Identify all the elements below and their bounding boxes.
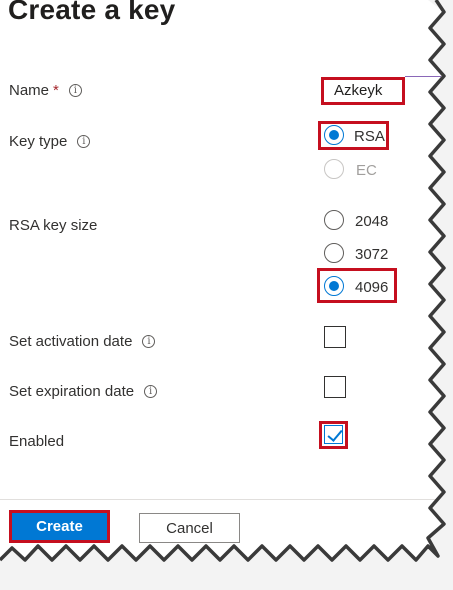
info-icon[interactable]: i [68,84,82,97]
create-key-panel: Create a key Name * i Azkeyk Key type i … [0,0,453,590]
required-marker: * [53,82,59,99]
radio-4096[interactable] [324,276,344,296]
info-icon[interactable]: i [77,135,91,148]
radio-rsa[interactable] [324,125,344,145]
create-button[interactable]: Create [9,510,110,543]
info-icon[interactable]: i [142,335,156,348]
enabled-label-row: Enabled [9,433,64,450]
expiration-label: Set expiration date [9,383,135,400]
name-label-row: Name * i [9,82,82,99]
rsa-key-size-label-row: RSA key size [9,217,97,234]
activation-label: Set activation date [9,333,133,350]
radio-rsa-label: RSA [354,128,385,145]
radio-4096-label: 4096 [355,279,389,296]
enabled-label: Enabled [9,433,65,450]
cancel-button[interactable]: Cancel [139,513,240,543]
expiration-label-row: Set expiration date i [9,383,158,400]
name-label: Name [9,82,50,99]
activation-checkbox[interactable] [324,326,346,348]
key-type-label: Key type [9,133,68,150]
activation-label-row: Set activation date i [9,333,156,350]
radio-3072[interactable] [324,243,344,263]
textbox-border-line [405,76,441,77]
page-title: Create a key [8,0,176,25]
radio-2048-label: 2048 [355,213,389,230]
key-type-label-row: Key type i [9,133,91,150]
info-icon[interactable]: i [144,385,158,398]
expiration-checkbox[interactable] [324,376,346,398]
name-input[interactable]: Azkeyk [321,77,405,105]
radio-3072-label: 3072 [355,246,389,263]
rsa-key-size-label: RSA key size [9,217,98,234]
radio-ec-label: EC [356,162,377,179]
radio-2048[interactable] [324,210,344,230]
radio-ec [324,159,344,179]
footer-divider [0,499,440,500]
enabled-checkbox[interactable] [324,425,343,444]
